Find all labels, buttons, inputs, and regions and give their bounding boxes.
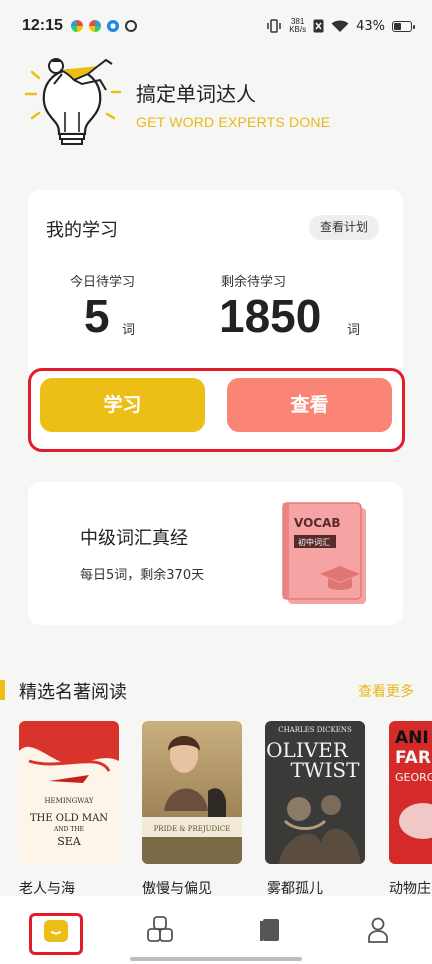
remaining-label: 剩余待学习 [221, 275, 287, 290]
wordbook-progress: 每日5词，剩余370天 [80, 568, 205, 583]
book-cover-old-man-and-the-sea[interactable]: HEMINGWAY THE OLD MAN AND THE SEA [19, 721, 119, 864]
cover-title-line: THE OLD MAN [30, 813, 108, 824]
app-title: 搞定单词达人 [136, 82, 256, 106]
view-button[interactable]: 查看 [227, 378, 392, 432]
cover-author: HEMINGWAY [44, 797, 93, 805]
app-notification-icon [88, 20, 101, 32]
cover-author: GEORGE [395, 771, 432, 784]
today-label: 今日待学习 [70, 275, 136, 290]
apps-icon[interactable] [143, 912, 179, 948]
profile-icon[interactable] [360, 912, 396, 948]
study-button[interactable]: 学习 [40, 378, 205, 432]
status-time: 12:15 [22, 17, 63, 34]
sim-off-icon [313, 19, 324, 33]
cover-author: CHARLES DICKENS [278, 726, 352, 734]
net-speed-unit: KB/s [289, 25, 307, 34]
my-study-card: 我的学习 查看计划 今日待学习 5 词 剩余待学习 1850 词 学习 查看 [28, 190, 405, 452]
cover-title-line: SEA [57, 835, 82, 848]
wordbook-title: 中级词汇真经 [80, 528, 188, 549]
cover-title-line: PRIDE & PREJUDICE [154, 825, 231, 833]
my-study-title: 我的学习 [46, 220, 118, 241]
app-notification-icon [106, 20, 119, 32]
status-right: 381 KB/s 43% [266, 18, 415, 34]
lightbulb-mascot-illustration [24, 58, 122, 145]
today-count: 5 [84, 290, 110, 342]
app-notification-icon [124, 20, 137, 32]
book-cover-oliver-twist[interactable]: CHARLES DICKENS OLIVER TWIST [265, 721, 365, 864]
highlight-frame [29, 913, 83, 955]
cover-title-line: TWIST [291, 758, 360, 782]
battery-percent: 43% [356, 18, 385, 34]
book-icon[interactable] [252, 912, 288, 948]
view-plan-button[interactable]: 查看计划 [308, 215, 379, 240]
wifi-icon [331, 20, 349, 32]
book-cover-animal-farm[interactable]: ANI FAR GEORGE [389, 721, 432, 864]
net-speed: 381 KB/s [289, 18, 306, 34]
book-label[interactable]: 老人与海 [19, 878, 75, 898]
book-label[interactable]: 雾都孤儿 [267, 878, 323, 898]
vibrate-icon [267, 19, 281, 33]
view-more-link[interactable]: 查看更多 [358, 681, 414, 701]
status-left: 12:15 [22, 17, 137, 35]
book-label[interactable]: 动物庄 [389, 878, 431, 898]
book-cover-pride-and-prejudice[interactable]: PRIDE & PREJUDICE [142, 721, 242, 864]
battery-icon [392, 20, 415, 32]
vocab-cover-tag: 初中词汇 [298, 537, 330, 547]
today-unit: 词 [122, 323, 136, 338]
app-notification-icon [70, 20, 83, 32]
cover-title-line: ANI [395, 728, 429, 748]
remaining-unit: 词 [347, 323, 361, 338]
vocab-cover-word: VOCAB [294, 516, 341, 530]
remaining-count: 1850 [219, 290, 322, 342]
book-label[interactable]: 傲慢与偏见 [142, 878, 212, 898]
section-accent-bar [0, 680, 5, 700]
current-wordbook-card[interactable]: 中级词汇真经 每日5词，剩余370天 VOCAB 初中词汇 [28, 482, 403, 625]
gesture-bar [130, 957, 302, 961]
vocab-book-cover: VOCAB 初中词汇 [282, 502, 366, 604]
cover-title-line: FAR [395, 748, 431, 768]
cover-title-line: AND THE [53, 826, 84, 833]
featured-section-title: 精选名著阅读 [19, 682, 127, 703]
app-subtitle: GET WORD EXPERTS DONE [136, 114, 331, 130]
status-bar: 12:15 381 KB/s 43% [0, 0, 432, 52]
